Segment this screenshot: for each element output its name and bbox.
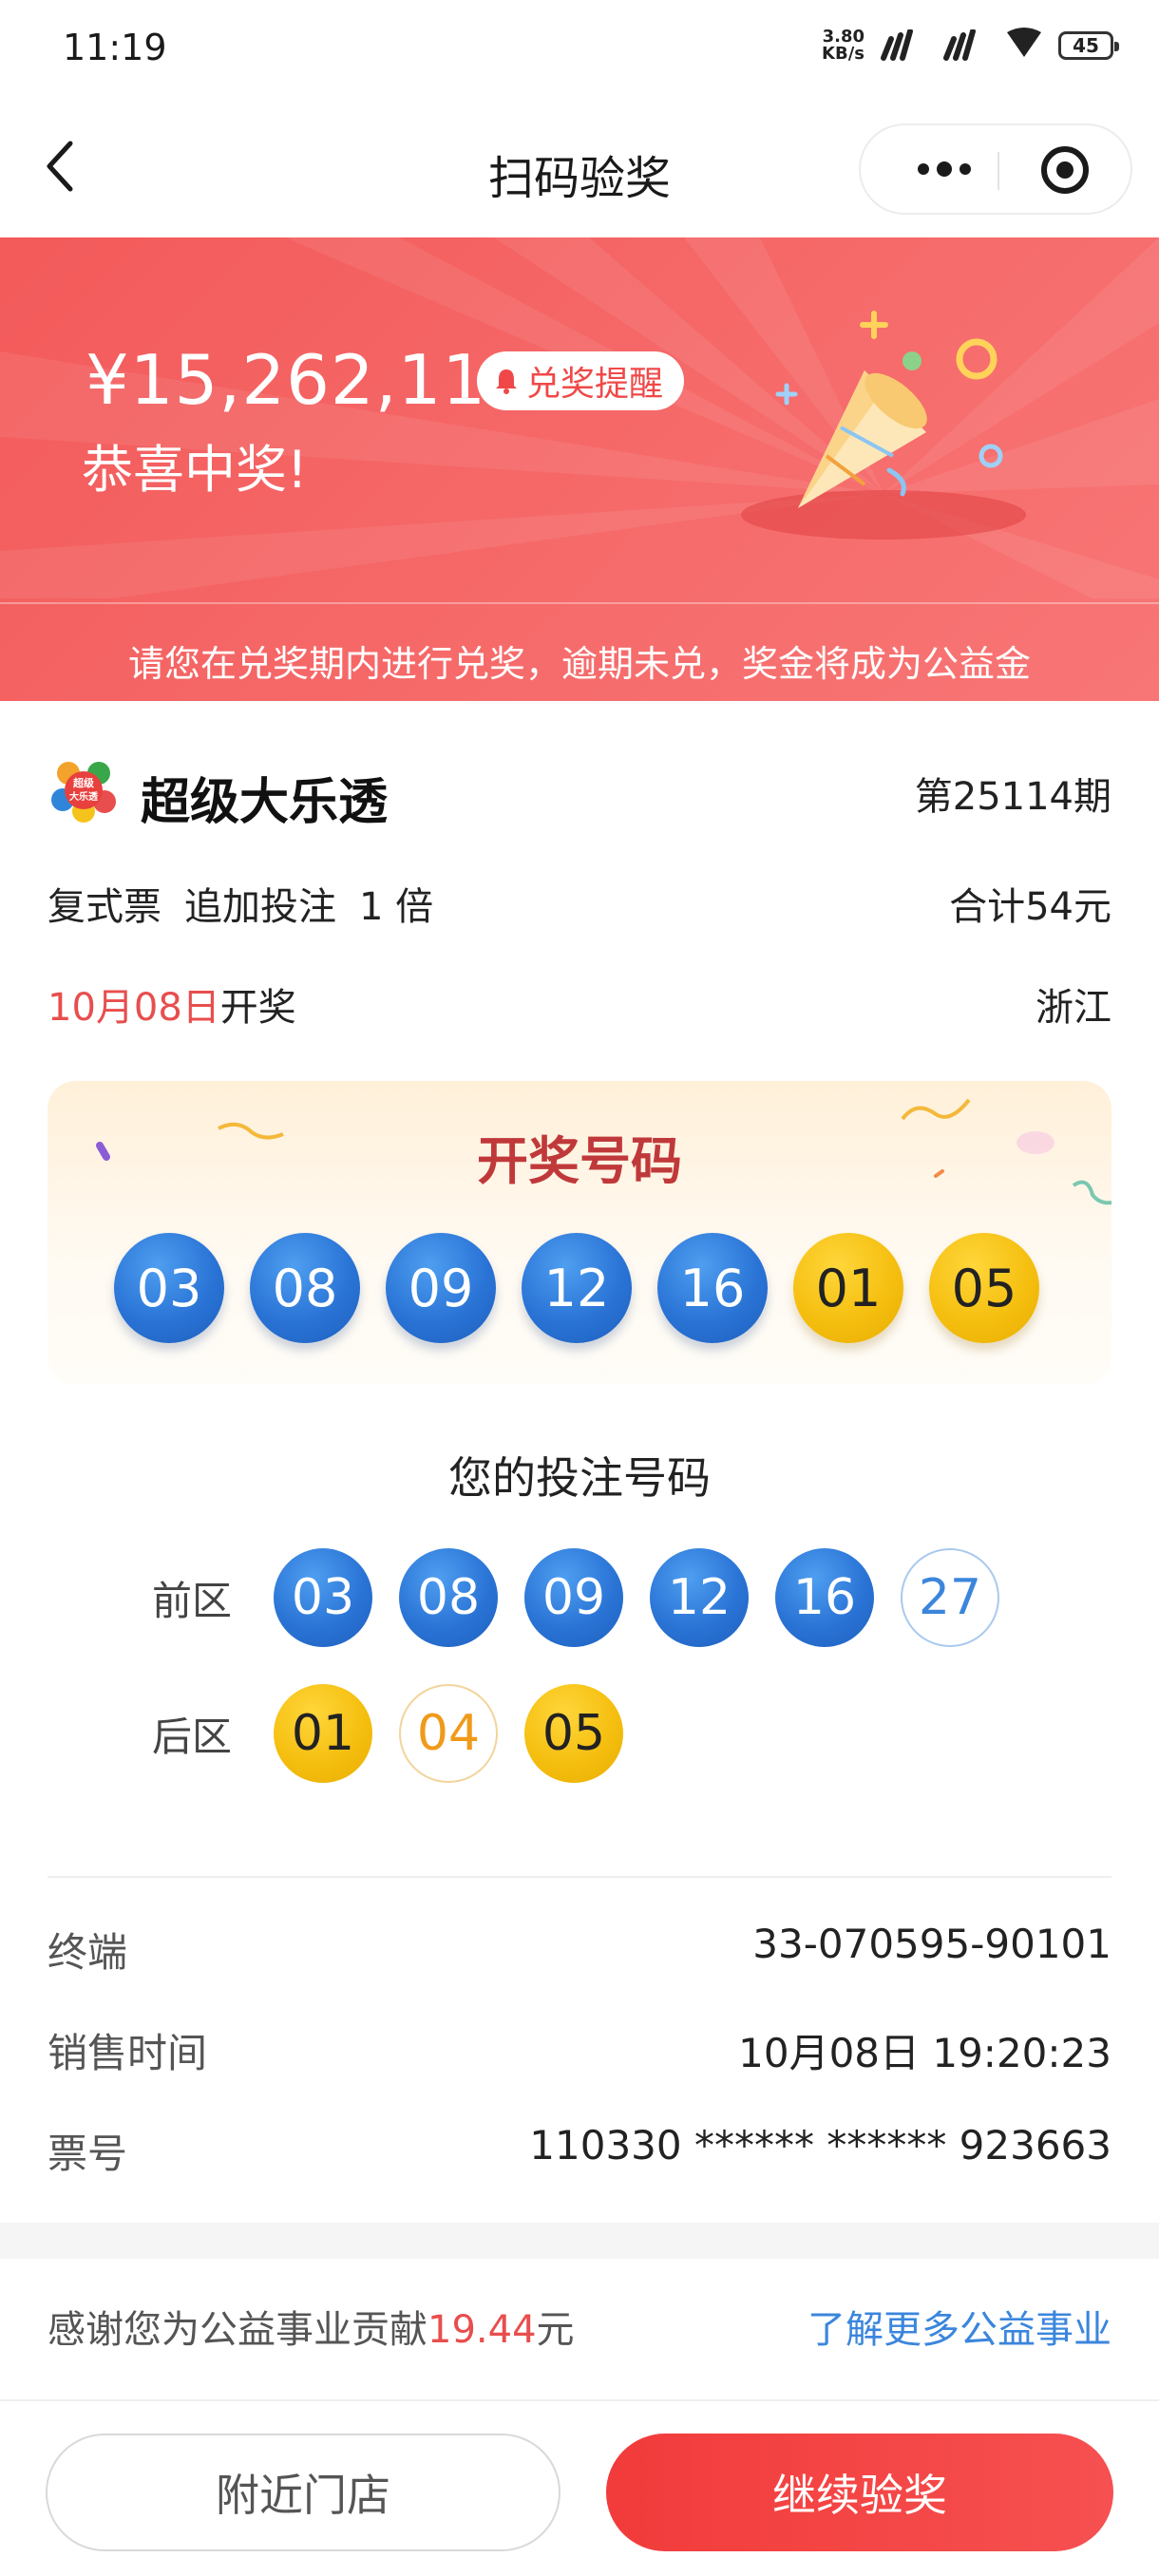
bet-front-ball: 03 [274, 1548, 372, 1647]
close-mini-program-button[interactable] [1041, 146, 1089, 194]
bet-back-ball: 01 [274, 1684, 372, 1783]
redeem-notice: 请您在兑奖期内进行兑奖，逾期未兑，奖金将成为公益金 [127, 643, 1031, 685]
svg-text:大乐透: 大乐透 [69, 790, 99, 803]
bet-front-ball: 08 [399, 1548, 498, 1647]
front-zone-label: 前区 [152, 1577, 233, 1624]
bet-front-ball: 12 [650, 1548, 749, 1647]
bet-front-ball: 16 [775, 1548, 874, 1647]
charity-amount: 19.44 [428, 2308, 537, 2352]
issue-number: 第25114期 [914, 775, 1112, 819]
nearby-stores-button[interactable]: 附近门店 [46, 2434, 560, 2551]
sale-time-row: 销售时间 10月08日 19:20:23 [48, 2021, 1112, 2078]
your-numbers-title: 您的投注号码 [448, 1452, 711, 1504]
sale-time-label: 销售时间 [48, 2030, 208, 2076]
nav-bar: 扫码验奖 [0, 95, 1159, 237]
terminal-value: 33-070595-90101 [752, 1921, 1112, 1967]
front-zone: 前区 03 08 09 12 16 27 [152, 1547, 999, 1648]
more-dots-icon [918, 163, 929, 175]
prize-amount: ¥15,262,115 [86, 340, 532, 420]
prize-banner: ¥15,262,115 兑奖提醒 恭喜中奖! 请您在兑奖期内进行兑奖，逾期未兑，… [0, 237, 1159, 701]
capsule-divider [998, 152, 999, 190]
continue-check-button[interactable]: 继续验奖 [606, 2434, 1113, 2551]
winning-back-ball: 05 [929, 1233, 1039, 1343]
mini-program-capsule [859, 123, 1132, 215]
ticket-type: 复式票 [48, 885, 162, 929]
redeem-reminder-button[interactable]: 兑奖提醒 [477, 351, 685, 410]
terminal-row: 终端 33-070595-90101 [48, 1921, 1112, 1978]
network-speed: 3.80 KB/s [822, 27, 864, 64]
wifi-icon [1003, 27, 1045, 65]
addon-bet: 追加投注 [184, 885, 336, 929]
total-amount: 合计54元 [949, 885, 1112, 929]
charity-suffix: 元 [536, 2308, 575, 2352]
bell-icon [496, 369, 517, 394]
terminal-label: 终端 [48, 1929, 128, 1976]
bet-multiple: 1 倍 [359, 885, 434, 929]
draw-date-row: 10月08日开奖 浙江 [48, 976, 1112, 1033]
ticket-number-label: 票号 [48, 2131, 128, 2177]
game-header: 超级 大乐透 超级大乐透 第25114期 [48, 752, 1112, 831]
status-icons: 3.80 KB/s 45 [822, 27, 1119, 65]
charity-row: 感谢您为公益事业贡献19.44元 了解更多公益事业 [48, 2299, 1112, 2356]
winning-front-ball: 08 [250, 1233, 360, 1343]
winning-front-ball: 09 [386, 1233, 496, 1343]
divider [48, 1876, 1112, 1878]
ticket-number-value: 110330 ****** ****** 923663 [529, 2122, 1112, 2169]
status-time: 11:19 [63, 27, 167, 68]
divider [0, 2399, 1159, 2401]
charity-more-link[interactable]: 了解更多公益事业 [808, 2299, 1112, 2354]
draw-date: 10月08日 [48, 986, 220, 1030]
draw-suffix: 开奖 [219, 986, 296, 1030]
winning-numbers-card: 开奖号码 03 08 09 12 16 01 05 [48, 1081, 1112, 1385]
winning-balls: 03 08 09 12 16 01 05 [114, 1233, 1039, 1343]
party-popper-icon [741, 311, 1026, 540]
winning-numbers-title: 开奖号码 [477, 1131, 682, 1191]
dlt-logo: 超级 大乐透 [49, 756, 118, 824]
back-zone-balls: 01 04 05 [274, 1684, 623, 1783]
back-zone: 后区 01 04 05 [152, 1683, 623, 1784]
congrats-text: 恭喜中奖! [82, 440, 308, 500]
winning-back-ball: 01 [793, 1233, 903, 1343]
ticket-summary-row: 复式票 追加投注 1 倍 合计54元 [48, 876, 1112, 933]
bet-front-ball: 09 [524, 1548, 623, 1647]
bet-front-ball: 27 [901, 1548, 999, 1647]
status-bar: 11:19 3.80 KB/s 45 [0, 0, 1159, 95]
section-gap [0, 2223, 1159, 2259]
battery-icon: 45 [1058, 31, 1119, 60]
bet-back-ball: 05 [524, 1684, 623, 1783]
more-button[interactable] [899, 125, 990, 213]
province: 浙江 [1036, 986, 1112, 1030]
game-name: 超级大乐透 [141, 774, 389, 831]
winning-front-ball: 03 [114, 1233, 224, 1343]
ticket-number-row: 票号 110330 ****** ****** 923663 [48, 2122, 1112, 2179]
svg-text:超级: 超级 [72, 776, 95, 789]
winning-front-ball: 12 [522, 1233, 632, 1343]
back-zone-label: 后区 [152, 1713, 233, 1760]
signal-icon [940, 29, 990, 62]
banner-footer: 请您在兑奖期内进行兑奖，逾期未兑，奖金将成为公益金 [0, 602, 1159, 701]
winning-front-ball: 16 [657, 1233, 768, 1343]
signal-icon [878, 29, 927, 62]
sale-time-value: 10月08日 19:20:23 [738, 2030, 1112, 2076]
front-zone-balls: 03 08 09 12 16 27 [274, 1548, 999, 1647]
bet-back-ball: 04 [399, 1684, 498, 1783]
charity-prefix: 感谢您为公益事业贡献 [48, 2308, 428, 2352]
